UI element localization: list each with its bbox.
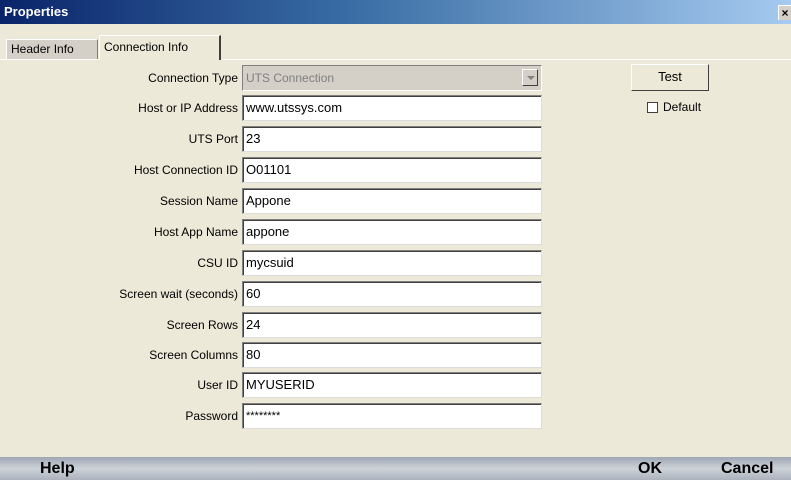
- default-checkbox[interactable]: [647, 102, 658, 113]
- tab-connection-info[interactable]: Connection Info: [99, 35, 221, 60]
- session-name-input[interactable]: Appone: [242, 188, 542, 214]
- footer-bar: Help OK Cancel: [0, 457, 791, 480]
- password-label: Password: [185, 409, 238, 423]
- connection-type-value: UTS Connection: [246, 71, 335, 85]
- host-connection-id-input[interactable]: O01101: [242, 157, 542, 183]
- test-button[interactable]: Test: [631, 64, 709, 91]
- title-bar: Properties ×: [0, 0, 791, 24]
- help-button[interactable]: Help: [40, 459, 75, 479]
- screen-columns-label: Screen Columns: [149, 348, 238, 362]
- tab-divider: [0, 59, 98, 60]
- chevron-down-icon[interactable]: [522, 69, 538, 86]
- tab-strip: Header Info Connection Info: [0, 24, 791, 60]
- cancel-button[interactable]: Cancel: [721, 459, 773, 479]
- screen-rows-label: Screen Rows: [166, 318, 238, 332]
- host-app-name-input[interactable]: appone: [242, 219, 542, 245]
- password-input[interactable]: ********: [242, 403, 542, 429]
- close-icon: ×: [781, 6, 789, 20]
- connection-type-select[interactable]: UTS Connection: [242, 65, 542, 91]
- tab-label: Connection Info: [104, 40, 189, 54]
- screen-rows-input[interactable]: 24: [242, 312, 542, 338]
- uts-port-label: UTS Port: [188, 132, 238, 146]
- tab-label: Header Info: [11, 42, 74, 56]
- ok-button[interactable]: OK: [638, 459, 662, 479]
- user-id-input[interactable]: MYUSERID: [242, 372, 542, 398]
- csu-id-input[interactable]: mycsuid: [242, 250, 542, 276]
- host-connection-id-label: Host Connection ID: [133, 163, 238, 177]
- host-address-label: Host or IP Address: [138, 101, 238, 115]
- close-button[interactable]: ×: [778, 5, 791, 20]
- uts-port-input[interactable]: 23: [242, 126, 542, 152]
- session-name-label: Session Name: [159, 194, 238, 208]
- host-app-name-label: Host App Name: [153, 225, 238, 239]
- connection-type-label: Connection Type: [148, 71, 238, 85]
- screen-wait-label: Screen wait (seconds): [119, 287, 238, 301]
- screen-columns-input[interactable]: 80: [242, 342, 542, 368]
- window-title: Properties: [4, 4, 69, 19]
- screen-wait-input[interactable]: 60: [242, 281, 542, 307]
- csu-id-label: CSU ID: [197, 256, 238, 270]
- default-label: Default: [663, 100, 702, 114]
- tab-divider: [222, 59, 791, 60]
- host-address-input[interactable]: www.utssys.com: [242, 95, 542, 121]
- user-id-label: User ID: [197, 378, 238, 392]
- tab-header-info[interactable]: Header Info: [6, 39, 98, 59]
